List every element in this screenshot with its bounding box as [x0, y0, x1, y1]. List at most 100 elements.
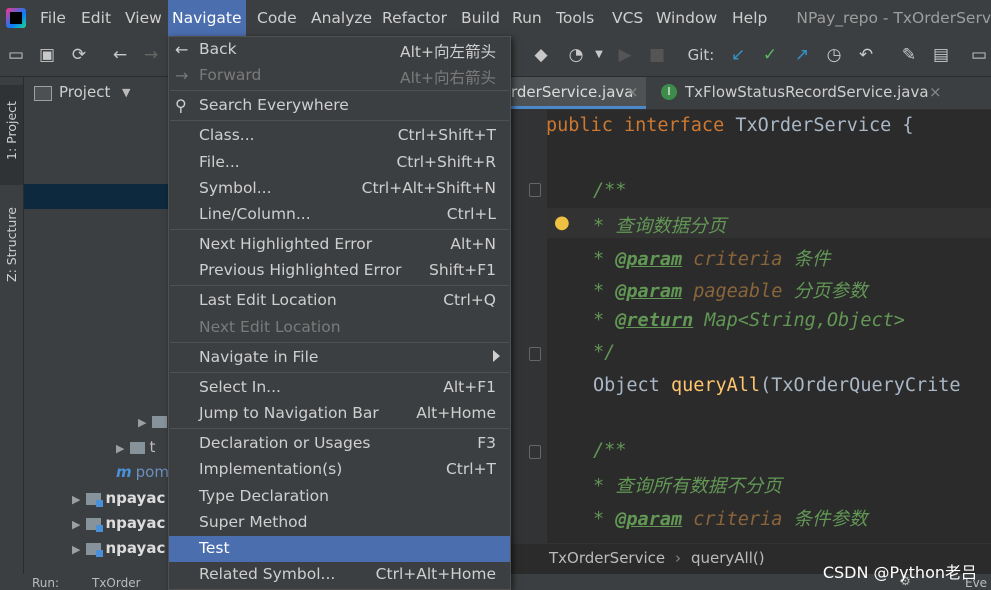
- tree-selected-row[interactable]: [24, 184, 170, 209]
- menu-edit[interactable]: Edit: [77, 0, 115, 36]
- menu-file[interactable]: File: [36, 0, 70, 36]
- menu-item-forward[interactable]: → Forward Alt+向右箭头: [169, 63, 510, 89]
- menu-item-symbol[interactable]: Symbol... Ctrl+Alt+Shift+N: [169, 176, 510, 202]
- close-icon[interactable]: ×: [626, 83, 639, 101]
- menu-separator: [170, 428, 509, 429]
- menu-item-type-declaration[interactable]: Type Declaration: [169, 484, 510, 510]
- rollback-icon[interactable]: ↶: [855, 44, 877, 66]
- menu-analyze[interactable]: Analyze: [307, 0, 376, 36]
- sync-icon[interactable]: ⟳: [68, 44, 90, 66]
- menu-item-jump-to-navigation-bar[interactable]: Jump to Navigation Bar Alt+Home: [169, 401, 510, 427]
- chevron-down-icon[interactable]: ▼: [588, 44, 610, 66]
- watermark: CSDN @Python老吕: [822, 563, 977, 582]
- menu-item-search-everywhere[interactable]: ⚲ Search Everywhere: [169, 93, 510, 119]
- tree-item[interactable]: m pom: [116, 463, 169, 481]
- forward-arrow-icon[interactable]: →: [140, 44, 162, 66]
- tree-item[interactable]: ▶ npayac: [72, 514, 165, 532]
- tree-item[interactable]: ▶ t: [116, 438, 155, 456]
- menu-item-select-in[interactable]: Select In... Alt+F1: [169, 375, 510, 401]
- open-folder-icon[interactable]: ▭: [5, 44, 27, 66]
- menu-separator: [170, 342, 509, 343]
- module-folder-icon: [86, 542, 104, 557]
- menu-navigate[interactable]: Navigate: [168, 0, 246, 36]
- menu-item-next-edit-location[interactable]: Next Edit Location: [169, 315, 510, 341]
- menu-vcs[interactable]: VCS: [608, 0, 647, 36]
- git-label: Git:: [687, 46, 715, 64]
- tab-label: rderService.java: [511, 83, 634, 101]
- menu-item-previous-highlighted-error[interactable]: Previous Highlighted Error Shift+F1: [169, 258, 510, 284]
- menu-item-super-method[interactable]: Super Method: [169, 510, 510, 536]
- menu-tools[interactable]: Tools: [552, 0, 598, 36]
- menu-separator: [170, 229, 509, 230]
- menu-code[interactable]: Code: [253, 0, 301, 36]
- fold-marker-icon[interactable]: [529, 445, 541, 459]
- menu-refactor[interactable]: Refactor: [378, 0, 451, 36]
- run-label: Run:: [32, 576, 60, 590]
- tree-item[interactable]: ▶ npayac: [72, 489, 165, 507]
- tree-item[interactable]: ▶: [138, 412, 171, 430]
- project-panel-header: Project ▼: [24, 77, 170, 111]
- git-commit-icon[interactable]: ✓: [759, 44, 781, 66]
- run-config[interactable]: TxOrder: [92, 576, 141, 590]
- git-update-icon[interactable]: ↙: [727, 44, 749, 66]
- project-panel-title[interactable]: Project: [59, 83, 110, 101]
- terminal-icon[interactable]: ▭: [968, 44, 990, 66]
- menu-item-navigate-in-file[interactable]: Navigate in File: [169, 345, 510, 371]
- folder-icon: [152, 415, 168, 428]
- intellij-logo-icon: [6, 8, 26, 28]
- tab-txorderservice[interactable]: rderService.java ×: [511, 77, 646, 109]
- menu-help[interactable]: Help: [728, 0, 771, 36]
- menu-separator: [170, 90, 509, 91]
- menu-item-class[interactable]: Class... Ctrl+Shift+T: [169, 123, 510, 149]
- code-line: * @param criteria 条件: [593, 249, 831, 270]
- chevron-down-icon[interactable]: ▼: [122, 86, 130, 99]
- menu-item-related-symbol[interactable]: Related Symbol... Ctrl+Alt+Home: [169, 562, 510, 588]
- menu-item-file[interactable]: File... Ctrl+Shift+R: [169, 150, 510, 176]
- fold-marker-icon[interactable]: [529, 347, 541, 361]
- folder-icon: [130, 441, 146, 454]
- stop-icon[interactable]: ■: [646, 44, 668, 66]
- breadcrumb-method[interactable]: queryAll(): [691, 549, 765, 567]
- navigate-menu-dropdown: ← Back Alt+向左箭头 → Forward Alt+向右箭头 ⚲ Searc…: [168, 36, 511, 590]
- menu-item-declaration-or-usages[interactable]: Declaration or Usages F3: [169, 431, 510, 457]
- coverage-icon[interactable]: ◆: [530, 44, 552, 66]
- menu-item-last-edit-location[interactable]: Last Edit Location Ctrl+Q: [169, 288, 510, 314]
- submenu-arrow-icon: [493, 350, 500, 362]
- menu-separator: [170, 120, 509, 121]
- window-title: NPay_repo - TxOrderServ: [796, 9, 991, 27]
- project-structure-icon[interactable]: ▤: [930, 44, 952, 66]
- tab-structure[interactable]: Z: Structure: [0, 187, 23, 287]
- module-folder-icon: [86, 492, 104, 507]
- save-icon[interactable]: ▣: [36, 44, 58, 66]
- tab-structure-label: Z: Structure: [4, 207, 19, 282]
- menu-window[interactable]: Window: [652, 0, 721, 36]
- code-line: * @param pageable 分页参数: [593, 281, 868, 302]
- code-line: * @return Map<String,Object>: [593, 310, 905, 331]
- menu-bar: File Edit View Navigate Code Analyze Ref…: [0, 0, 991, 36]
- tab-project[interactable]: 1: Project: [0, 85, 23, 185]
- tool-window-strip: 1: Project Z: Structure: [0, 77, 24, 590]
- fold-marker-icon[interactable]: [529, 183, 541, 197]
- menu-run[interactable]: Run: [508, 0, 546, 36]
- menu-item-test[interactable]: Test: [169, 536, 510, 562]
- menu-item-implementations[interactable]: Implementation(s) Ctrl+T: [169, 457, 510, 483]
- arrow-right-icon: →: [175, 66, 189, 85]
- menu-item-back[interactable]: ← Back Alt+向左箭头: [169, 37, 510, 63]
- breadcrumb-class[interactable]: TxOrderService: [549, 549, 665, 567]
- menu-view[interactable]: View: [121, 0, 166, 36]
- breadcrumb-separator: ›: [675, 549, 681, 567]
- editor-tabs: rderService.java × I TxFlowStatusRecordS…: [511, 77, 991, 110]
- menu-build[interactable]: Build: [457, 0, 504, 36]
- tree-item[interactable]: ▶ npayac: [72, 539, 165, 557]
- tab-txflowstatusrecordservice[interactable]: TxFlowStatusRecordService.java: [685, 83, 929, 101]
- profile-icon[interactable]: ◔: [565, 44, 587, 66]
- menu-item-next-highlighted-error[interactable]: Next Highlighted Error Alt+N: [169, 232, 510, 258]
- close-icon[interactable]: ×: [929, 83, 942, 101]
- back-arrow-icon[interactable]: ←: [109, 44, 131, 66]
- menu-item-line-column[interactable]: Line/Column... Ctrl+L: [169, 202, 510, 228]
- run-icon[interactable]: ▶: [614, 44, 636, 66]
- history-icon[interactable]: ◷: [823, 44, 845, 66]
- lightbulb-icon[interactable]: ●: [554, 212, 570, 233]
- settings-wrench-icon[interactable]: ✎: [898, 44, 920, 66]
- git-push-icon[interactable]: ↗: [791, 44, 813, 66]
